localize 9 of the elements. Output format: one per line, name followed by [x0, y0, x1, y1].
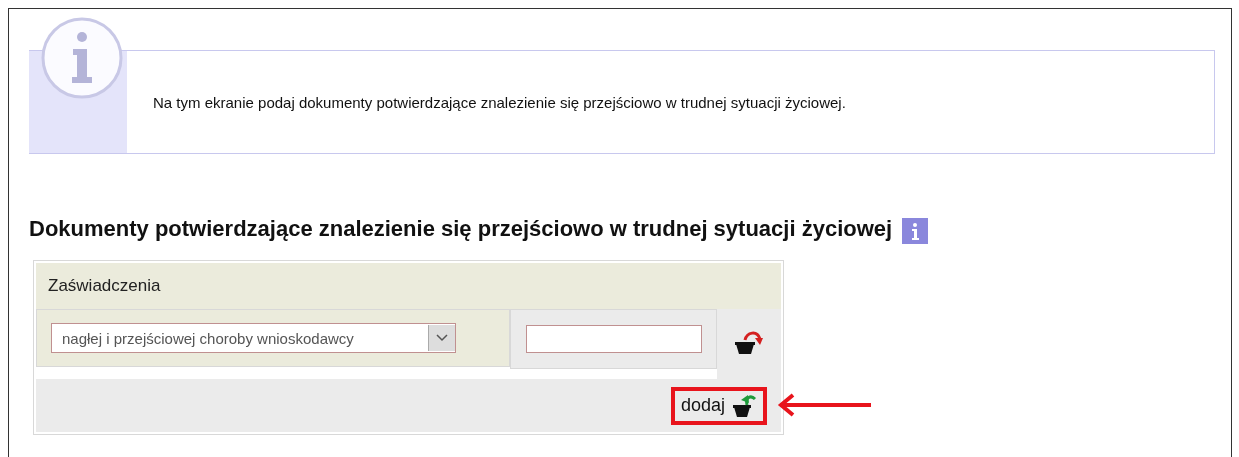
document-type-dropdown[interactable]: nagłej i przejściowej choroby wnioskodawcy [51, 323, 456, 353]
section-heading: Dokumenty potwierdzające znalezienie się przejściowo w trudnej sytuacji życiowej [29, 216, 893, 242]
info-icon[interactable] [902, 218, 929, 244]
add-icon [731, 392, 757, 419]
chevron-down-icon [436, 334, 448, 342]
info-message: Na tym ekranie podaj dokumenty potwierdzające znalezienie się przejściowo w trudnej sytuacji życiowej. [152, 93, 847, 111]
add-button[interactable]: dodaj [670, 386, 767, 425]
table-header: Zaświadczenia [36, 263, 781, 309]
input-field[interactable] [525, 325, 702, 353]
